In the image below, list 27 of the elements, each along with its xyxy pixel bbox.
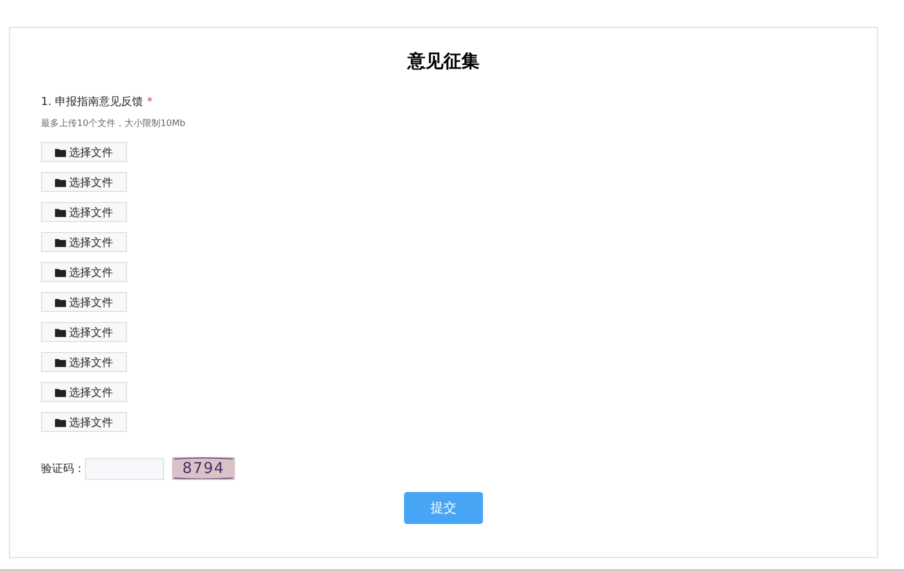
captcha-label: 验证码： — [41, 461, 85, 476]
upload-hint: 最多上传10个文件，大小限制10Mb — [41, 118, 186, 130]
folder-icon — [55, 298, 66, 306]
captcha-field[interactable] — [85, 458, 164, 480]
folder-icon — [55, 418, 66, 426]
question-label: 1. 申报指南意见反馈 — [41, 95, 143, 108]
required-mark: * — [147, 95, 152, 108]
choose-file-button[interactable]: 选择文件 — [41, 322, 127, 342]
choose-file-button[interactable]: 选择文件 — [41, 142, 127, 162]
captcha-image: 8794 — [172, 457, 235, 480]
folder-icon — [55, 238, 66, 246]
folder-icon — [55, 178, 66, 186]
folder-icon — [55, 148, 66, 156]
choose-file-button[interactable]: 选择文件 — [41, 352, 127, 372]
choose-file-button[interactable]: 选择文件 — [41, 172, 127, 192]
choose-file-button[interactable]: 选择文件 — [41, 202, 127, 222]
folder-icon — [55, 358, 66, 366]
folder-icon — [55, 268, 66, 276]
choose-file-button[interactable]: 选择文件 — [41, 232, 127, 252]
folder-icon — [55, 388, 66, 396]
form-title: 意见征集 — [406, 50, 480, 74]
folder-icon — [55, 208, 66, 216]
choose-file-button[interactable]: 选择文件 — [41, 292, 127, 312]
choose-file-button[interactable]: 选择文件 — [41, 262, 127, 282]
choose-file-button[interactable]: 选择文件 — [41, 382, 127, 402]
choose-file-button[interactable]: 选择文件 — [41, 412, 127, 432]
folder-icon — [55, 328, 66, 336]
